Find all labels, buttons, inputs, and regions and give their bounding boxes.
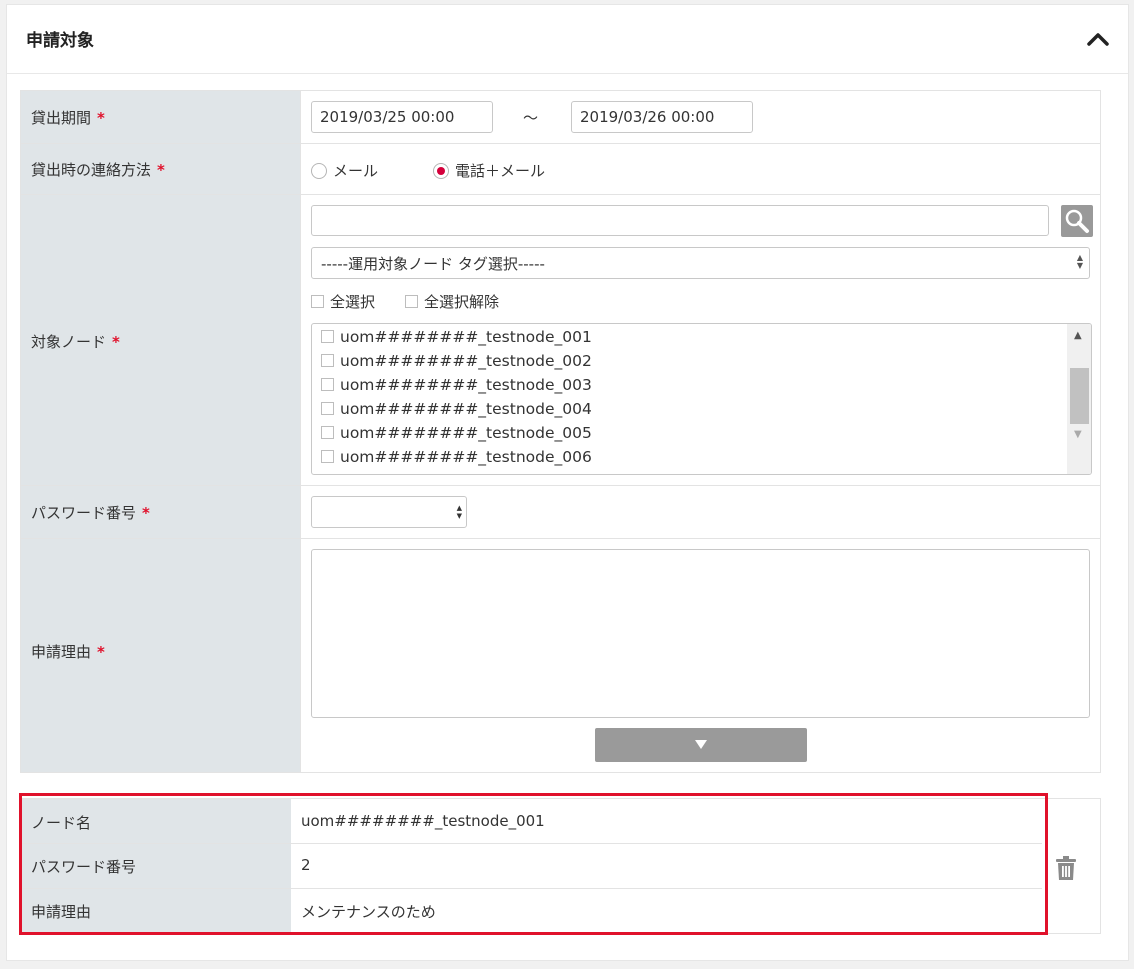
- target-node-label-text: 対象ノード: [31, 333, 107, 351]
- row-loan-period: 貸出期間 * ～: [21, 91, 1100, 144]
- panel-header: 申請対象: [7, 5, 1128, 74]
- radio-phone-mail-circle[interactable]: [433, 162, 449, 179]
- list-scrollbar[interactable]: ▲ ▼: [1067, 324, 1091, 474]
- node-name: uom########_testnode_002: [340, 352, 592, 370]
- node-name: uom########_testnode_005: [340, 424, 592, 442]
- password-number-select[interactable]: ▲ ▼: [311, 496, 467, 528]
- password-number-label-text: パスワード番号: [31, 504, 137, 522]
- scroll-up-icon[interactable]: ▲: [1074, 330, 1082, 341]
- node-name: uom########_testnode_003: [340, 376, 592, 394]
- scroll-down-icon[interactable]: ▼: [1074, 429, 1082, 440]
- node-name: uom########_testnode_004: [340, 400, 592, 418]
- summary-row-reason: 申請理由 メンテナンスのため: [21, 889, 1042, 932]
- tag-select-value: -----運用対象ノード タグ選択-----: [321, 255, 545, 273]
- summary-node-name-value: uom########_testnode_001: [301, 812, 545, 830]
- node-checkbox[interactable]: [321, 450, 334, 463]
- summary-reason-value: メンテナンスのため: [301, 903, 436, 921]
- node-checkbox[interactable]: [321, 402, 334, 415]
- target-node-label: 対象ノード *: [21, 195, 301, 485]
- triangle-down-icon: [695, 740, 707, 749]
- node-name: uom########_testnode_001: [340, 328, 592, 346]
- reason-label: 申請理由 *: [21, 539, 301, 772]
- search-icon: [1065, 209, 1089, 233]
- loan-period-label-text: 貸出期間: [31, 109, 92, 127]
- row-target-node: 対象ノード * -----運用対象ノード タグ選択----- ▲ ▼ 全選択 全選択…: [21, 195, 1100, 486]
- node-search-input[interactable]: [311, 205, 1049, 236]
- reason-label-text: 申請理由: [31, 643, 92, 661]
- row-password-number: パスワード番号 * ▲ ▼: [21, 486, 1100, 539]
- select-all-label: 全選択: [330, 293, 376, 311]
- node-name: uom########_testnode_006: [340, 448, 592, 466]
- node-checkbox[interactable]: [321, 378, 334, 391]
- required-mark: *: [97, 109, 105, 127]
- list-item[interactable]: uom########_testnode_001: [321, 328, 592, 346]
- summary-row-node-name: ノード名 uom########_testnode_001: [21, 799, 1042, 844]
- deselect-all[interactable]: 全選択解除: [405, 291, 499, 312]
- application-form: 貸出期間 * ～ 貸出時の連絡方法 * メール 電話＋メール 対象ノード *: [20, 90, 1101, 773]
- required-mark: *: [157, 161, 165, 179]
- password-number-label: パスワード番号 *: [21, 486, 301, 538]
- summary-label-bg: パスワード番号: [21, 844, 291, 888]
- delete-button[interactable]: [1055, 855, 1077, 881]
- summary-node-name-label: ノード名: [31, 814, 92, 832]
- node-checkbox[interactable]: [321, 330, 334, 343]
- contact-method-label-text: 貸出時の連絡方法: [31, 161, 152, 179]
- summary-row-password: パスワード番号 2: [21, 844, 1042, 889]
- add-button[interactable]: [595, 728, 807, 762]
- row-contact-method: 貸出時の連絡方法 * メール 電話＋メール: [21, 144, 1100, 195]
- summary-label-bg: 申請理由: [21, 889, 291, 932]
- summary-reason-label: 申請理由: [31, 903, 92, 921]
- chevron-up-icon: [1087, 33, 1109, 46]
- reason-textarea[interactable]: [311, 549, 1090, 718]
- select-arrows-icon: ▲ ▼: [1076, 253, 1083, 270]
- panel-title: 申請対象: [26, 31, 94, 51]
- required-mark: *: [142, 504, 150, 522]
- loan-end-input[interactable]: [571, 101, 753, 133]
- radio-phone-mail[interactable]: 電話＋メール: [433, 160, 545, 181]
- select-all-checkbox[interactable]: [311, 295, 324, 308]
- summary-table: ノード名 uom########_testnode_001 パスワード番号 2 …: [20, 798, 1101, 934]
- radio-mail[interactable]: メール: [311, 160, 378, 181]
- radio-phone-mail-label: 電話＋メール: [455, 162, 546, 180]
- summary-password-value: 2: [301, 856, 311, 874]
- select-arrows-icon: ▲ ▼: [456, 504, 462, 520]
- tag-select[interactable]: -----運用対象ノード タグ選択----- ▲ ▼: [311, 247, 1090, 279]
- select-all[interactable]: 全選択: [311, 291, 375, 312]
- row-reason: 申請理由 *: [21, 539, 1100, 773]
- trash-icon: [1056, 856, 1076, 880]
- period-separator: ～: [523, 109, 539, 127]
- list-item[interactable]: uom########_testnode_002: [321, 352, 592, 370]
- node-checkbox[interactable]: [321, 354, 334, 367]
- node-checkbox[interactable]: [321, 426, 334, 439]
- contact-method-label: 貸出時の連絡方法 *: [21, 144, 301, 194]
- loan-start-input[interactable]: [311, 101, 493, 133]
- list-item[interactable]: uom########_testnode_004: [321, 400, 592, 418]
- scroll-thumb[interactable]: [1070, 368, 1089, 424]
- deselect-all-label: 全選択解除: [424, 293, 500, 311]
- deselect-all-checkbox[interactable]: [405, 295, 418, 308]
- list-item[interactable]: uom########_testnode_006: [321, 448, 592, 466]
- collapse-button[interactable]: [1086, 29, 1110, 49]
- list-item[interactable]: uom########_testnode_003: [321, 376, 592, 394]
- summary-label-bg: ノード名: [21, 799, 291, 843]
- radio-mail-label: メール: [333, 162, 379, 180]
- required-mark: *: [97, 643, 105, 661]
- summary-password-label: パスワード番号: [31, 858, 137, 876]
- radio-mail-circle[interactable]: [311, 162, 327, 179]
- list-item[interactable]: uom########_testnode_005: [321, 424, 592, 442]
- required-mark: *: [112, 333, 120, 351]
- search-button[interactable]: [1061, 205, 1093, 237]
- node-list[interactable]: uom########_testnode_001 uom########_tes…: [311, 323, 1092, 475]
- loan-period-label: 貸出期間 *: [21, 91, 301, 143]
